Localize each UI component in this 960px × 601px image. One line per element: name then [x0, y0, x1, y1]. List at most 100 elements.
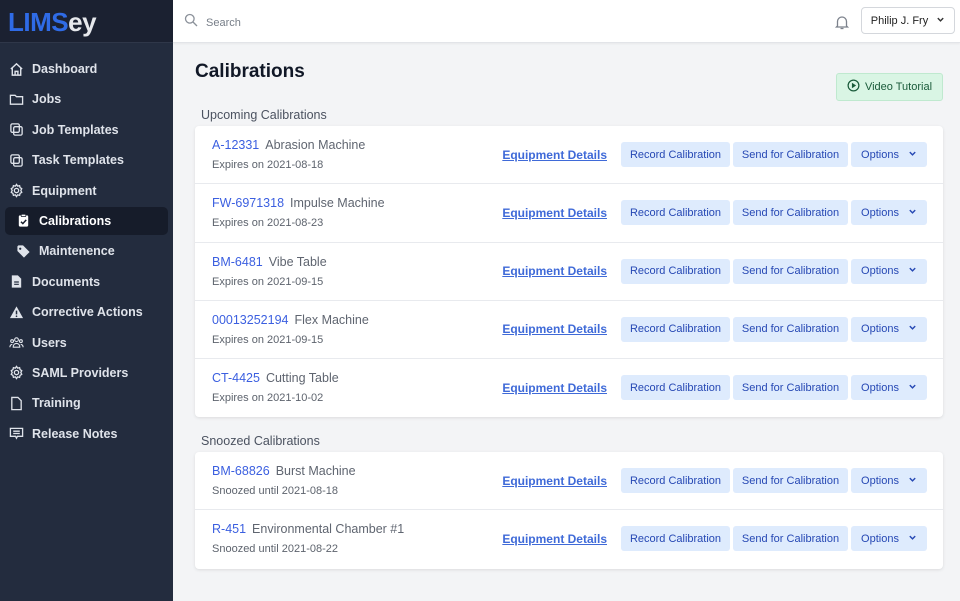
record-calibration-button[interactable]: Record Calibration [621, 526, 730, 552]
equipment-name: Burst Machine [275, 464, 356, 478]
sidebar-item-label: Release Notes [32, 426, 118, 441]
sidebar-item-calibrations[interactable]: Calibrations [5, 206, 168, 235]
gear-icon [8, 365, 24, 381]
bell-icon[interactable] [834, 14, 850, 30]
send-for-calibration-button[interactable]: Send for Calibration [733, 142, 848, 167]
home-icon [8, 61, 24, 77]
duplicate-icon [8, 152, 24, 168]
row-status: Expires on 2021-08-23 [212, 217, 324, 230]
equipment-details-link[interactable]: Equipment Details [502, 206, 607, 220]
send-for-calibration-button[interactable]: Send for Calibration [733, 375, 848, 401]
video-tutorial-button[interactable]: Video Tutorial [836, 73, 943, 101]
record-calibration-button[interactable]: Record Calibration [621, 258, 730, 284]
options-button[interactable]: Options [851, 258, 927, 284]
sidebar-item-task-templates[interactable]: Task Templates [5, 146, 168, 174]
equipment-id-link[interactable]: A-12331 [212, 138, 259, 152]
sidebar-item-label: Maintenence [39, 244, 115, 259]
logo-part1: LIMS [8, 7, 69, 37]
calibration-row: CT-4425 Cutting Table Expires on 2021-10-… [195, 359, 943, 417]
options-label: Options [861, 148, 899, 161]
main-content: Calibrations Video Tutorial Upcoming Cal… [173, 44, 960, 601]
record-calibration-button[interactable]: Record Calibration [621, 468, 730, 493]
options-label: Options [861, 532, 899, 545]
row-status: Snoozed until 2021-08-18 [212, 485, 338, 497]
row-title: 00013252194 Flex Machine [212, 313, 369, 327]
equipment-details-link[interactable]: Equipment Details [502, 148, 607, 162]
send-for-calibration-button[interactable]: Send for Calibration [733, 468, 848, 493]
row-title: CT-4425 Cutting Table [212, 371, 339, 385]
send-for-calibration-button[interactable]: Send for Calibration [733, 526, 848, 552]
options-button[interactable]: Options [851, 526, 927, 552]
play-circle-icon [847, 79, 860, 95]
options-label: Options [861, 381, 899, 394]
options-button[interactable]: Options [851, 375, 927, 401]
equipment-id-link[interactable]: R-451 [212, 522, 246, 536]
chevron-down-icon [908, 475, 917, 487]
calibration-row: A-12331 Abrasion Machine Expires on 2021-… [195, 126, 943, 185]
sidebar-item-label: Task Templates [32, 153, 124, 168]
snoozed-section-title: Snoozed Calibrations [201, 434, 320, 448]
equipment-details-link[interactable]: Equipment Details [502, 474, 607, 488]
sidebar-item-release-notes[interactable]: Release Notes [5, 420, 168, 448]
calibration-row: R-451 Environmental Chamber #1 Snoozed un… [195, 510, 943, 568]
sidebar-item-corrective-actions[interactable]: Corrective Actions [5, 298, 168, 326]
sidebar-item-documents[interactable]: Documents [5, 268, 168, 296]
sidebar-item-training[interactable]: Training [5, 389, 168, 417]
search-bar [184, 13, 506, 32]
sidebar-item-saml-providers[interactable]: SAML Providers [5, 359, 168, 387]
options-button[interactable]: Options [851, 142, 927, 167]
row-actions: Equipment Details Record Calibration Sen… [502, 375, 927, 401]
equipment-id-link[interactable]: BM-68826 [212, 464, 270, 478]
equipment-name: Environmental Chamber #1 [252, 522, 405, 537]
chevron-down-icon [908, 265, 917, 277]
record-calibration-button[interactable]: Record Calibration [621, 375, 730, 401]
equipment-id-link[interactable]: 00013252194 [212, 313, 288, 327]
top-header: Philip J. Fry [173, 0, 960, 43]
logo[interactable]: LIMSey [8, 8, 173, 36]
upcoming-calibrations-list: A-12331 Abrasion Machine Expires on 2021-… [195, 126, 943, 418]
duplicate-icon [8, 122, 24, 138]
send-for-calibration-button[interactable]: Send for Calibration [733, 200, 848, 226]
chat-icon [8, 426, 24, 442]
sidebar-item-job-templates[interactable]: Job Templates [5, 116, 168, 144]
sidebar-item-users[interactable]: Users [5, 329, 168, 357]
equipment-id-link[interactable]: CT-4425 [212, 371, 260, 385]
row-title: R-451 Environmental Chamber #1 [212, 522, 404, 536]
logo-part2: ey [68, 7, 97, 37]
search-icon [184, 13, 198, 32]
sidebar-item-label: Dashboard [32, 62, 98, 76]
search-input[interactable] [206, 16, 506, 29]
record-calibration-button[interactable]: Record Calibration [621, 200, 730, 226]
row-title: A-12331 Abrasion Machine [212, 138, 365, 152]
equipment-details-link[interactable]: Equipment Details [502, 381, 607, 395]
equipment-id-link[interactable]: FW-6971318 [212, 196, 284, 210]
chevron-down-icon [908, 149, 917, 161]
sidebar-item-label: Equipment [32, 183, 97, 198]
sidebar-item-label: Training [32, 396, 81, 411]
user-menu-button[interactable]: Philip J. Fry [861, 7, 955, 34]
sidebar-item-equipment[interactable]: Equipment [5, 177, 168, 205]
equipment-details-link[interactable]: Equipment Details [502, 532, 607, 546]
record-calibration-button[interactable]: Record Calibration [621, 316, 730, 342]
row-actions: Equipment Details Record Calibration Sen… [502, 200, 927, 226]
options-button[interactable]: Options [851, 468, 927, 493]
options-button[interactable]: Options [851, 316, 927, 342]
sidebar-item-label: Jobs [32, 92, 62, 107]
video-tutorial-label: Video Tutorial [864, 81, 933, 93]
chevron-down-icon [936, 15, 945, 27]
equipment-id-link[interactable]: BM-6481 [212, 255, 263, 269]
equipment-name: Impulse Machine [290, 196, 385, 211]
equipment-details-link[interactable]: Equipment Details [502, 264, 607, 278]
sidebar-item-maintenence[interactable]: Maintenence [5, 237, 168, 265]
send-for-calibration-button[interactable]: Send for Calibration [733, 316, 848, 342]
chevron-down-icon [908, 207, 917, 219]
record-calibration-button[interactable]: Record Calibration [621, 142, 730, 167]
sidebar-item-label: Users [32, 335, 67, 350]
calibration-row: FW-6971318 Impulse Machine Expires on 202… [195, 184, 943, 243]
options-label: Options [861, 206, 899, 219]
sidebar-item-dashboard[interactable]: Dashboard [5, 55, 168, 83]
options-button[interactable]: Options [851, 200, 927, 226]
equipment-details-link[interactable]: Equipment Details [502, 322, 607, 336]
send-for-calibration-button[interactable]: Send for Calibration [733, 258, 848, 284]
sidebar-item-jobs[interactable]: Jobs [5, 85, 168, 113]
